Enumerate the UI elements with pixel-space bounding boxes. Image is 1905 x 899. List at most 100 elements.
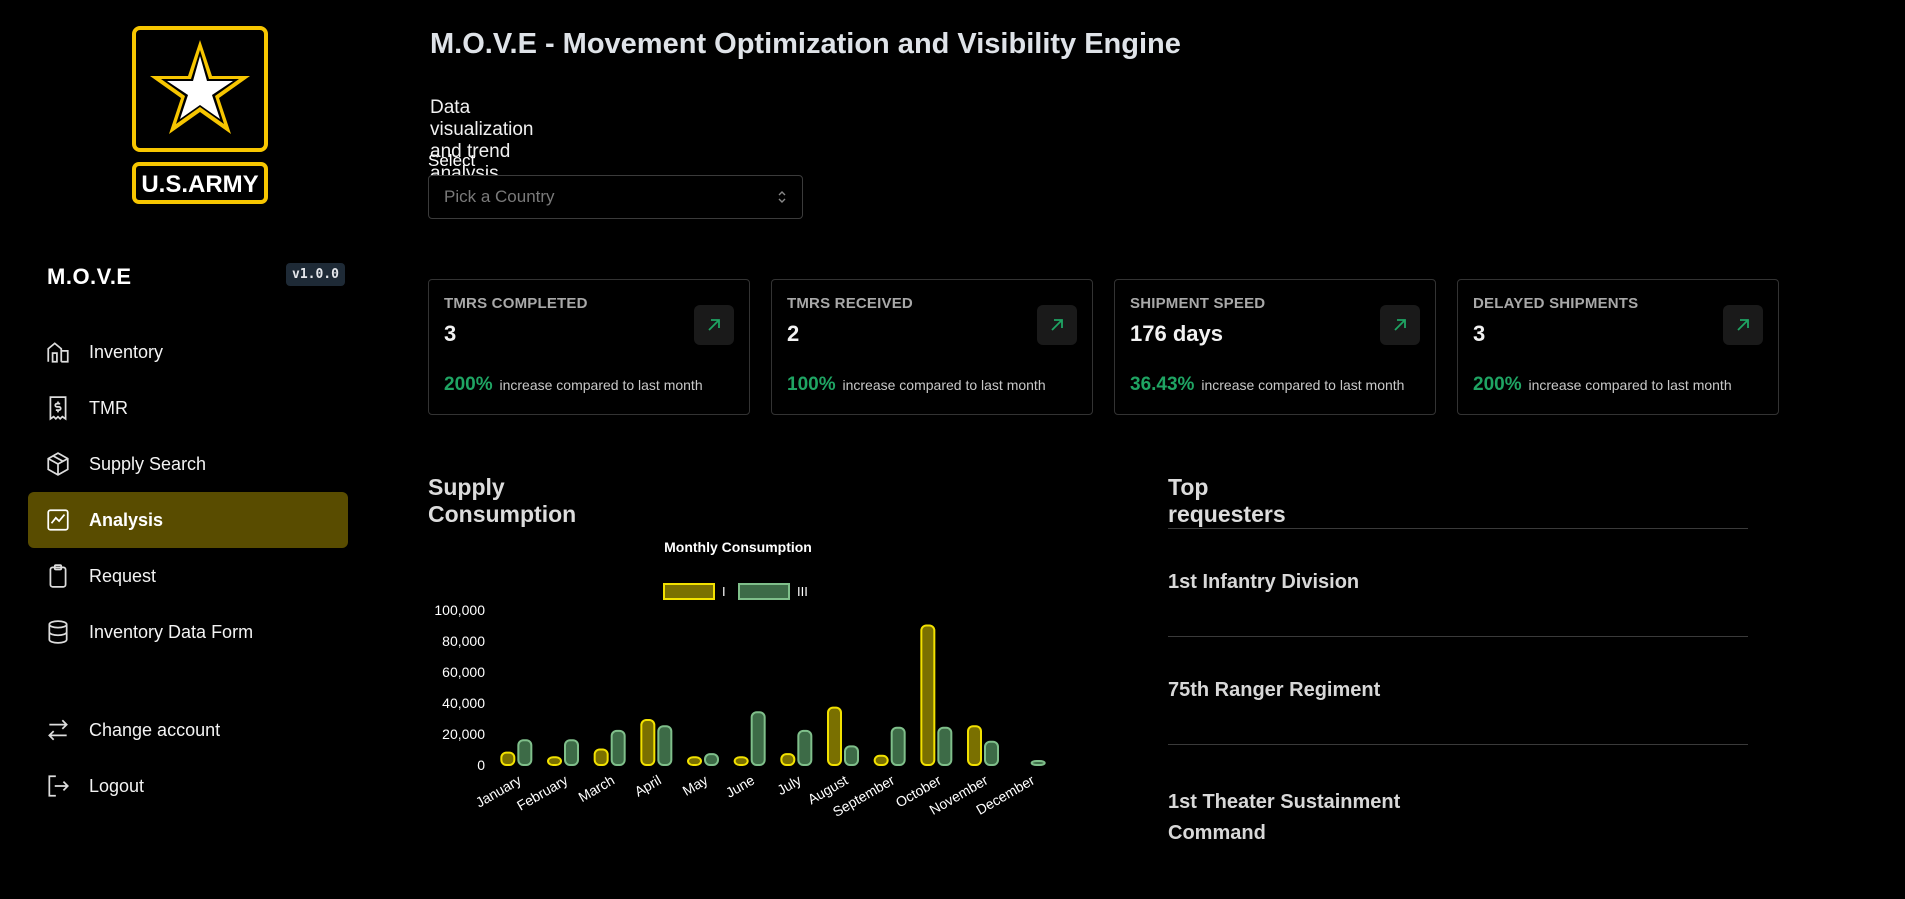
arrow-up-right-icon [1051,319,1063,331]
version-badge: v1.0.0 [286,263,345,286]
legend-swatch-III [738,583,790,600]
bar-I-january [500,751,516,767]
logout-icon [44,772,72,800]
trend-up-button[interactable] [1723,305,1763,345]
stat-title: SHIPMENT SPEED [1130,295,1266,312]
nav-label-inventory: Inventory [89,341,164,362]
brand-name: M.O.V.E [47,264,132,289]
legend-label-I: I [722,584,726,599]
x-tick-label: March [575,772,617,805]
requester-name: 75th Ranger Regiment [1168,679,1381,701]
building-icon [44,338,72,366]
top-requesters-list: 1st Infantry Division 75th Ranger Regime… [1168,528,1748,852]
trend-up-button[interactable] [694,305,734,345]
stat-title: TMRS RECEIVED [787,295,913,312]
bar-III-april [657,725,673,766]
bar-I-november [967,725,982,766]
x-tick-label: February [514,772,571,814]
supply-consumption-title: Supply Consumption [428,474,577,527]
stat-footnote: 200% increase compared to last month [444,374,703,396]
stat-footnote: 200% increase compared to last month [1473,374,1732,396]
requester-name: 1st Infantry Division [1168,571,1360,593]
legend-swatch-I [663,583,715,600]
bar-I-june [733,756,749,766]
bar-I-october [920,624,936,766]
bar-III-january [517,739,533,766]
top-requesters-title: Top requesters [1168,474,1286,527]
stat-note: increase compared to last month [1528,377,1732,393]
arrow-up-right-icon [708,319,720,331]
stat-note: increase compared to last month [499,377,703,393]
x-tick-label: April [632,772,664,800]
account-menu: Change account Logout [28,702,348,814]
change-account-label: Change account [89,719,221,740]
us-army-logo: U.S.ARMY [132,26,268,204]
bar-I-august [827,706,842,766]
change-account-button[interactable]: Change account [28,702,348,758]
nav-item-request[interactable]: Request [28,548,348,604]
logo-text: U.S.ARMY [141,171,258,198]
swap-arrows-icon [44,716,72,744]
nav-label-analysis: Analysis [89,509,164,530]
bar-III-february [564,739,579,766]
chart-title: Monthly Consumption [664,539,812,555]
stat-value: 3 [444,321,457,346]
bar-I-april [640,719,656,767]
monthly-consumption-chart: Monthly ConsumptionI III020,00040,00060,0… [434,539,1046,820]
chart-line-icon [44,506,72,534]
bar-III-june [750,711,766,767]
arrow-up-right-icon [1737,319,1749,331]
logout-label: Logout [89,775,145,796]
nav-label-tmr: TMR [89,397,128,418]
nav-label-request: Request [89,565,157,586]
y-tick-label: 80,000 [442,633,485,649]
requester-item[interactable]: 1st Theater Sustainment Command [1168,744,1748,852]
database-icon [44,618,72,646]
nav-item-supply-search[interactable]: Supply Search [28,436,348,492]
bar-I-july [780,753,796,766]
country-select[interactable]: Pick a Country [428,175,803,219]
y-tick-label: 100,000 [434,602,485,618]
chevron-up-down-icon [776,189,788,210]
arrow-up-right-icon [1394,319,1406,331]
bar-III-march [610,729,626,766]
legend-label-III: III [797,584,808,599]
nav-label-inventory-data-form: Inventory Data Form [89,621,254,642]
requester-item[interactable]: 1st Infantry Division [1168,528,1748,636]
stat-card-delayed-shipments: DELAYED SHIPMENTS 3 200% increase compar… [1457,279,1779,415]
y-tick-label: 40,000 [442,695,485,711]
bar-III-september [890,726,906,767]
stat-title: DELAYED SHIPMENTS [1473,295,1639,312]
nav-menu: Inventory TMR Supply Search Analysis Req… [28,324,348,660]
trend-up-button[interactable] [1037,305,1077,345]
stat-percent: 36.43% [1130,374,1195,395]
stat-card-tmrs-received: TMRS RECEIVED 2 100% increase compared t… [771,279,1093,415]
nav-item-tmr[interactable]: TMR [28,380,348,436]
stat-card-tmrs-completed: TMRS COMPLETED 3 200% increase compared … [428,279,750,415]
clipboard-icon [44,562,72,590]
x-tick-label: May [680,772,711,799]
nav-item-inventory-data-form[interactable]: Inventory Data Form [28,604,348,660]
country-select-placeholder: Pick a Country [444,187,555,206]
y-tick-label: 60,000 [442,664,485,680]
requester-item[interactable]: 75th Ranger Regiment [1168,636,1748,744]
stat-value: 3 [1473,321,1486,346]
stat-percent: 100% [787,374,836,395]
receipt-dollar-icon [44,394,72,422]
nav-label-supply-search: Supply Search [89,453,207,474]
stat-value: 2 [787,321,800,346]
requester-name: 1st Theater Sustainment Command [1168,791,1401,844]
stat-percent: 200% [444,374,493,395]
nav-item-analysis[interactable]: Analysis [28,492,348,548]
logout-button[interactable]: Logout [28,758,348,814]
x-tick-label: July [774,772,804,798]
bar-III-may [704,753,719,766]
stat-footnote: 36.43% increase compared to last month [1130,374,1404,396]
y-tick-label: 0 [477,757,485,773]
bar-I-february [547,756,562,766]
stat-title: TMRS COMPLETED [444,295,588,312]
trend-up-button[interactable] [1380,305,1420,345]
sidebar: U.S.ARMY M.O.V.E v1.0.0 Inventory TMR Su… [0,0,370,899]
bar-III-december [1030,760,1046,766]
nav-item-inventory[interactable]: Inventory [28,324,348,380]
